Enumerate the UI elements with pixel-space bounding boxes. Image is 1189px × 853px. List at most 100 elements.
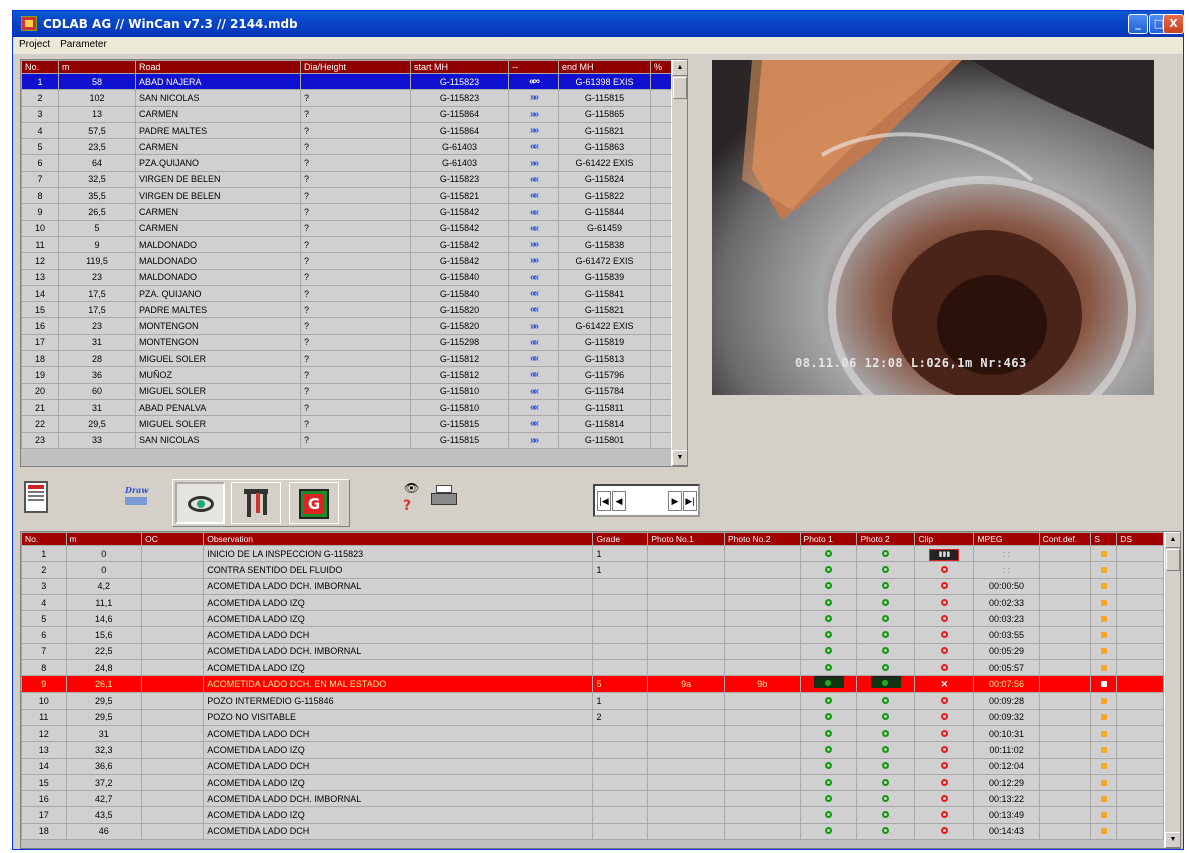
next-record-button[interactable]: ▶ bbox=[668, 491, 682, 511]
scroll-up-icon[interactable]: ▲ bbox=[1165, 532, 1180, 548]
clip-marked-icon[interactable]: ✕ bbox=[941, 679, 949, 689]
clip-indicator-icon[interactable] bbox=[940, 778, 948, 786]
help-icon[interactable]: ? bbox=[403, 498, 419, 514]
table-row[interactable]: 11 29,5 POZO NO VISITABLE 2 00:09:32 bbox=[21, 708, 1164, 726]
photo-available-icon[interactable] bbox=[825, 762, 832, 770]
title-bar[interactable]: CDLAB AG // WinCan v7.3 // 2144.mdb _ □ … bbox=[13, 11, 1184, 37]
status-square-icon[interactable] bbox=[1100, 763, 1107, 770]
tools-icon[interactable] bbox=[231, 482, 281, 524]
photo-available-icon[interactable] bbox=[825, 745, 832, 753]
minimize-button[interactable]: _ bbox=[1128, 14, 1148, 34]
clip-indicator-icon[interactable] bbox=[940, 614, 948, 622]
photo-available-icon[interactable] bbox=[882, 762, 890, 770]
table-row[interactable]: 17 31 MONTENGON? G-115298 «« G-115819 bbox=[21, 333, 672, 352]
observations-header-10[interactable]: MPEG bbox=[973, 532, 1040, 546]
draw-icon[interactable]: Draw bbox=[125, 485, 155, 513]
status-square-icon[interactable] bbox=[1100, 795, 1107, 802]
graph-icon[interactable]: G bbox=[289, 482, 339, 524]
clip-indicator-icon[interactable] bbox=[940, 647, 948, 655]
clip-indicator-icon[interactable] bbox=[940, 598, 948, 606]
table-row[interactable]: 21 31 ABAD PENALVA? G-115810 «« G-115811 bbox=[21, 398, 672, 417]
photo-available-icon[interactable] bbox=[882, 794, 890, 802]
photo-available-icon[interactable] bbox=[825, 598, 832, 606]
photo-available-icon[interactable] bbox=[882, 663, 890, 671]
table-row[interactable]: 9 26,1 ACOMETIDA LADO DCH. EN MAL ESTADO 5 9… bbox=[21, 675, 1164, 694]
photo-available-icon[interactable] bbox=[882, 582, 890, 590]
table-row[interactable]: 10INICIO DE LA INSPECCION G-1158231: : bbox=[21, 544, 1164, 563]
scroll-thumb[interactable] bbox=[1166, 549, 1180, 571]
sections-header-2[interactable]: Road bbox=[135, 60, 301, 74]
clip-indicator-icon[interactable] bbox=[940, 762, 948, 770]
table-row[interactable]: 22 29,5 MIGUEL SOLER? G-115815 «« G-115814 bbox=[21, 415, 672, 433]
clip-indicator-icon[interactable] bbox=[940, 745, 948, 753]
sections-scrollbar[interactable]: ▲ ▼ bbox=[671, 60, 687, 466]
table-row[interactable]: 2 102 SAN NICOLAS? G-115823 »» G-115815 bbox=[21, 89, 672, 107]
photo-available-icon[interactable] bbox=[882, 778, 890, 786]
clip-indicator-icon[interactable] bbox=[940, 794, 948, 802]
table-row[interactable]: 5 23,5 CARMEN? G-61403 «« G-115863 bbox=[21, 138, 672, 156]
table-row[interactable]: 2 0 CONTRA SENTIDO DEL FLUIDO 1: : bbox=[21, 561, 1164, 579]
photo-available-icon[interactable] bbox=[825, 697, 832, 705]
sections-header-5[interactable]: -- bbox=[508, 60, 559, 74]
observations-header-0[interactable]: No. bbox=[21, 532, 67, 546]
photo-available-icon[interactable] bbox=[825, 811, 832, 819]
clip-indicator-icon[interactable] bbox=[940, 663, 948, 671]
status-square-icon[interactable] bbox=[1100, 730, 1107, 737]
table-row[interactable]: 23 33 SAN NICOLAS? G-115815 »» G-115801 bbox=[21, 431, 672, 449]
photo-available-icon[interactable] bbox=[825, 565, 832, 573]
photo-available-icon[interactable] bbox=[882, 647, 890, 655]
scroll-down-icon[interactable]: ▼ bbox=[1165, 832, 1180, 848]
photo-available-icon[interactable] bbox=[882, 598, 890, 606]
status-square-icon[interactable] bbox=[1100, 779, 1107, 786]
table-row[interactable]: 9 26,5 CARMEN? G-115842 «« G-115844 bbox=[21, 203, 672, 221]
status-square-icon[interactable] bbox=[1100, 812, 1107, 819]
status-square-icon[interactable] bbox=[1100, 681, 1107, 688]
photo-available-icon[interactable] bbox=[825, 778, 832, 786]
observations-header-2[interactable]: OC bbox=[141, 532, 205, 546]
sections-header-0[interactable]: No. bbox=[21, 60, 59, 74]
photo-available-icon[interactable] bbox=[882, 549, 890, 557]
menu-parameter[interactable]: Parameter bbox=[54, 37, 111, 50]
photo-available-icon[interactable] bbox=[882, 697, 890, 705]
table-row[interactable]: 14 36,6 ACOMETIDA LADO DCH 00:12:04 bbox=[21, 757, 1164, 775]
photo-available-icon[interactable] bbox=[882, 631, 890, 639]
clip-indicator-icon[interactable] bbox=[940, 827, 948, 835]
menu-project[interactable]: Project bbox=[13, 37, 54, 50]
table-row[interactable]: 3 13 CARMEN? G-115864 »» G-115865 bbox=[21, 105, 672, 123]
table-row[interactable]: 12 119,5 MALDONADO? G-115842 »» G-61472 EXIS bbox=[21, 252, 672, 270]
observations-header-6[interactable]: Photo No.2 bbox=[723, 532, 801, 546]
status-square-icon[interactable] bbox=[1100, 828, 1107, 835]
video-clip-icon[interactable] bbox=[929, 549, 960, 561]
scroll-up-icon[interactable]: ▲ bbox=[672, 60, 687, 76]
photo-available-icon[interactable] bbox=[882, 565, 890, 573]
sections-header-6[interactable]: end MH bbox=[558, 60, 651, 74]
observations-header-9[interactable]: Clip bbox=[914, 532, 975, 546]
photo-available-icon[interactable] bbox=[882, 729, 890, 737]
photo-available-icon[interactable] bbox=[882, 745, 890, 753]
printer-icon[interactable] bbox=[431, 485, 459, 509]
scroll-thumb[interactable] bbox=[673, 77, 687, 99]
table-row[interactable]: 18 28 MIGUEL SOLER? G-115812 «« G-115813 bbox=[21, 350, 672, 368]
clip-indicator-icon[interactable] bbox=[940, 811, 948, 819]
table-row[interactable]: 13 23 MALDONADO? G-115840 «« G-115839 bbox=[21, 268, 672, 286]
table-row[interactable]: 6 15,6 ACOMETIDA LADO DCH 00:03:55 bbox=[21, 626, 1164, 644]
table-row[interactable]: 12 31 ACOMETIDA LADO DCH 00:10:31 bbox=[21, 724, 1164, 743]
observations-scrollbar[interactable]: ▲ ▼ bbox=[1164, 532, 1180, 848]
last-record-button[interactable]: ▶| bbox=[683, 491, 697, 511]
table-row[interactable]: 17 43,5 ACOMETIDA LADO IZQ 00:13:49 bbox=[21, 806, 1164, 824]
first-record-button[interactable]: |◀ bbox=[597, 491, 611, 511]
table-row[interactable]: 8 35,5 VIRGEN DE BELEN? G-115821 «« G-115822 bbox=[21, 187, 672, 205]
table-row[interactable]: 4 57,5 PADRE MALTES? G-115864 »» G-115821 bbox=[21, 121, 672, 140]
photo-available-icon[interactable] bbox=[825, 631, 832, 639]
table-row[interactable]: 15 17,5 PADRE MALTES? G-115820 «« G-115821 bbox=[21, 301, 672, 319]
photo-available-icon[interactable] bbox=[825, 614, 832, 622]
table-row[interactable]: 11 9 MALDONADO? G-115842 »» G-115838 bbox=[21, 235, 672, 254]
status-square-icon[interactable] bbox=[1100, 632, 1107, 639]
photo-available-icon[interactable] bbox=[825, 794, 832, 802]
photo-available-icon[interactable] bbox=[825, 713, 832, 721]
table-row[interactable]: 16 42,7 ACOMETIDA LADO DCH. IMBORNAL 00:13:… bbox=[21, 790, 1164, 808]
table-row[interactable]: 6 64 PZA.QUIJANO? G-61403 »» G-61422 EXIS bbox=[21, 154, 672, 172]
observations-header-8[interactable]: Photo 2 bbox=[856, 532, 916, 546]
table-row[interactable]: 13 32,3 ACOMETIDA LADO IZQ 00:11:02 bbox=[21, 741, 1164, 759]
status-square-icon[interactable] bbox=[1100, 648, 1107, 655]
